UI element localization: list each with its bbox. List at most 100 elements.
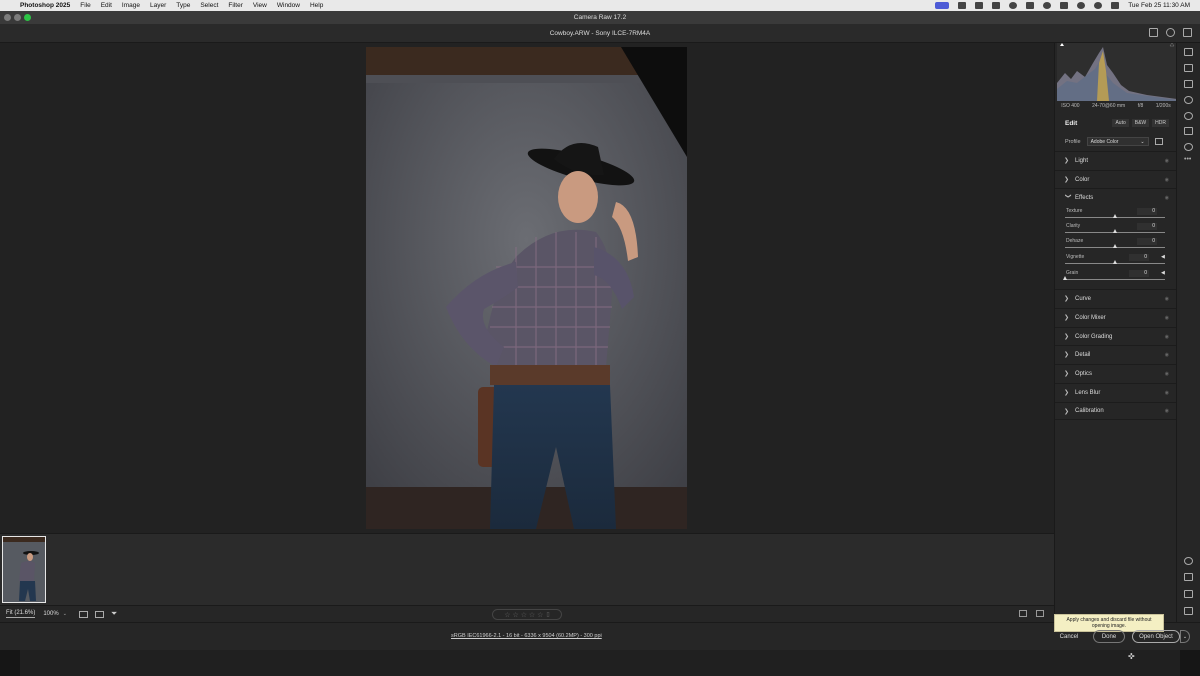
slider-handle[interactable] <box>1112 214 1117 218</box>
menu-item-image[interactable]: Image <box>122 2 140 9</box>
settings-gear-icon[interactable] <box>1166 28 1175 37</box>
section-light[interactable]: ❯ Light ◉ <box>1055 151 1177 169</box>
zoom-dropdown-icon[interactable]: ⌄ <box>63 611 67 617</box>
auto-button[interactable]: Auto <box>1112 119 1129 127</box>
slider-value[interactable]: 0 <box>1129 270 1149 277</box>
eye-icon[interactable]: ◉ <box>1165 158 1169 164</box>
vignette-options-icon[interactable]: ◀ <box>1161 254 1165 260</box>
search-icon[interactable] <box>1094 2 1103 9</box>
wifi-icon[interactable] <box>1060 2 1069 9</box>
section-color[interactable]: ❯ Color ◉ <box>1055 170 1177 188</box>
texture-slider[interactable]: Texture 0 <box>1055 208 1177 222</box>
sampler-tool-icon[interactable] <box>1184 590 1193 598</box>
close-window-icon[interactable] <box>4 14 11 21</box>
grain-slider[interactable]: Grain 0 ◀ <box>1055 270 1177 284</box>
menu-item-layer[interactable]: Layer <box>150 2 166 9</box>
section-detail[interactable]: ❯ Detail ◉ <box>1055 345 1177 363</box>
screen-record-icon[interactable] <box>935 2 950 9</box>
zoom-fit-button[interactable]: Fit (21.6%) <box>6 610 36 618</box>
crop-icon[interactable] <box>1184 64 1193 72</box>
rating-stars[interactable]: ☆ ☆ ☆ ☆ ☆ <box>504 611 543 619</box>
eye-icon[interactable]: ◉ <box>1165 296 1169 302</box>
cancel-button[interactable]: Cancel <box>1052 630 1086 643</box>
fullscreen-icon[interactable] <box>1183 28 1192 37</box>
hand-tool-icon[interactable] <box>1184 573 1193 581</box>
camera-icon[interactable] <box>958 2 967 9</box>
menu-item-window[interactable]: Window <box>277 2 300 9</box>
section-curve[interactable]: ❯ Curve ◉ <box>1055 289 1177 307</box>
moon-icon[interactable] <box>1043 2 1052 9</box>
snapshots-icon[interactable] <box>1184 143 1193 151</box>
clarity-slider[interactable]: Clarity 0 <box>1055 223 1177 237</box>
photo-preview[interactable] <box>366 47 687 529</box>
healing-icon[interactable] <box>1184 80 1193 88</box>
section-lens-blur[interactable]: ❯ Lens Blur ◉ <box>1055 383 1177 401</box>
save-icon[interactable] <box>1149 28 1158 37</box>
filter-icon[interactable]: ⏷ <box>111 609 117 619</box>
hdr-button[interactable]: HDR <box>1152 119 1169 127</box>
sort-icon[interactable] <box>94 610 104 618</box>
zoom-100-button[interactable]: 100% <box>43 611 58 617</box>
eye-icon[interactable]: ◉ <box>1165 195 1169 201</box>
dropbox-icon[interactable] <box>992 2 1001 9</box>
zoom-tool-icon[interactable] <box>1184 557 1193 565</box>
control-center-icon[interactable] <box>1111 2 1120 9</box>
contacts-icon[interactable] <box>975 2 984 9</box>
compare-view-icon[interactable] <box>1036 610 1044 617</box>
menu-item-type[interactable]: Type <box>176 2 190 9</box>
clock[interactable]: Tue Feb 25 11:30 AM <box>1128 2 1190 9</box>
filmstrip-toggle-icon[interactable] <box>78 610 88 618</box>
workflow-options-link[interactable]: sRGB IEC61966-2.1 - 16 bit - 6336 x 9504… <box>451 633 602 639</box>
section-color-mixer[interactable]: ❯ Color Mixer ◉ <box>1055 308 1177 326</box>
red-eye-icon[interactable] <box>1184 112 1193 120</box>
zoom-window-icon[interactable] <box>24 14 31 21</box>
minimize-window-icon[interactable] <box>14 14 21 21</box>
eye-icon[interactable]: ◉ <box>1165 334 1169 340</box>
image-canvas[interactable] <box>0 43 1054 533</box>
masking-icon[interactable] <box>1184 96 1193 104</box>
before-after-icon[interactable] <box>1019 610 1027 617</box>
bluetooth-icon[interactable] <box>1026 2 1035 9</box>
vignette-slider[interactable]: Vignette 0 ◀ <box>1055 254 1177 268</box>
menu-item-help[interactable]: Help <box>310 2 323 9</box>
eye-icon[interactable]: ◉ <box>1165 390 1169 396</box>
section-calibration[interactable]: ❯ Calibration ◉ <box>1055 402 1177 420</box>
slider-handle[interactable] <box>1112 260 1117 264</box>
cloud-icon[interactable] <box>1009 2 1018 9</box>
section-optics[interactable]: ❯ Optics ◉ <box>1055 364 1177 382</box>
eye-icon[interactable]: ◉ <box>1165 408 1169 414</box>
open-object-button[interactable]: Open Object <box>1132 630 1180 643</box>
open-options-chevron-icon[interactable]: ⌄ <box>1180 630 1190 643</box>
menu-item-select[interactable]: Select <box>200 2 218 9</box>
edit-tool-icon[interactable] <box>1184 48 1193 56</box>
star-rating[interactable]: ☆ ☆ ☆ ☆ ☆ ▯ <box>492 609 562 620</box>
eye-icon[interactable]: ◉ <box>1165 177 1169 183</box>
eye-icon[interactable]: ◉ <box>1165 315 1169 321</box>
slider-track[interactable] <box>1065 279 1165 280</box>
slider-value[interactable]: 0 <box>1137 208 1157 215</box>
menu-item-view[interactable]: View <box>253 2 267 9</box>
profile-browser-icon[interactable] <box>1154 138 1163 145</box>
grid-overlay-icon[interactable] <box>1184 607 1193 615</box>
section-color-grading[interactable]: ❯ Color Grading ◉ <box>1055 327 1177 345</box>
menu-item-edit[interactable]: Edit <box>101 2 112 9</box>
section-effects[interactable]: ❯ Effects ◉ <box>1055 188 1177 206</box>
slider-value[interactable]: 0 <box>1129 254 1149 261</box>
bw-button[interactable]: B&W <box>1131 119 1150 127</box>
presets-icon[interactable] <box>1184 127 1193 135</box>
slider-handle[interactable] <box>1112 229 1117 233</box>
slider-value[interactable]: 0 <box>1137 238 1157 245</box>
slider-handle[interactable] <box>1062 276 1067 280</box>
menu-item-file[interactable]: File <box>80 2 90 9</box>
menu-item-filter[interactable]: Filter <box>228 2 242 9</box>
delete-icon[interactable]: ▯ <box>546 611 549 618</box>
more-icon[interactable]: ••• <box>1184 156 1191 163</box>
done-button[interactable]: Done <box>1093 630 1125 643</box>
eye-icon[interactable]: ◉ <box>1165 352 1169 358</box>
user-icon[interactable] <box>1077 2 1086 9</box>
profile-select[interactable]: Adobe Color ⌄ <box>1086 137 1149 146</box>
slider-value[interactable]: 0 <box>1137 223 1157 230</box>
slider-handle[interactable] <box>1112 244 1117 248</box>
filmstrip-thumbnail[interactable] <box>2 536 46 603</box>
grain-options-icon[interactable]: ◀ <box>1161 270 1165 276</box>
